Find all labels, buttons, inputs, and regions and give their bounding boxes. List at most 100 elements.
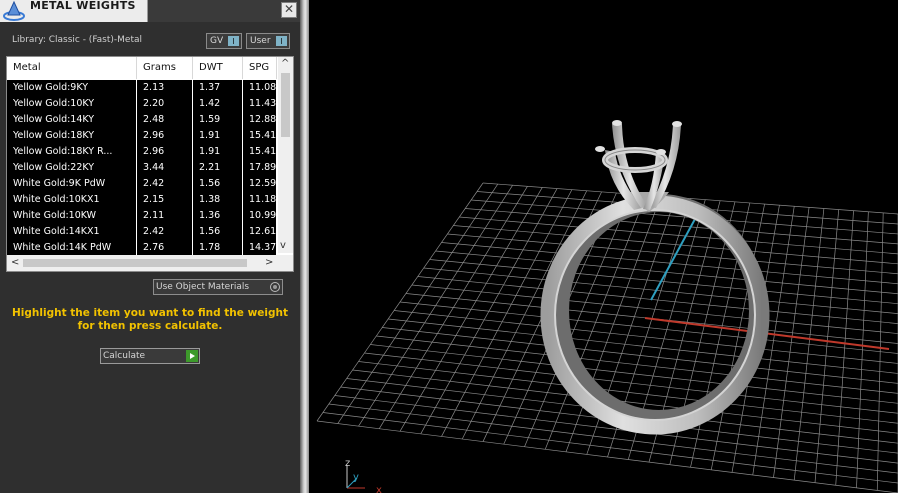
table-cell: 2.96 xyxy=(137,128,193,144)
grid-line xyxy=(856,211,869,488)
table-cell: 1.42 xyxy=(193,96,243,112)
grid-line xyxy=(814,209,840,483)
table-row[interactable]: Yellow Gold:14KY 2.48 1.59 12.88 xyxy=(7,112,277,128)
grid-line xyxy=(364,352,898,414)
gv-button-label: GV xyxy=(210,36,224,46)
table-row[interactable]: Yellow Gold:22KY 3.44 2.21 17.89 xyxy=(7,160,277,176)
x-axis-label: x xyxy=(376,485,382,493)
table-cell: 14.37 xyxy=(243,240,277,256)
table-header: Metal Grams DWT SPG xyxy=(7,57,277,79)
grid-line xyxy=(376,335,898,394)
table-cell: 1.91 xyxy=(193,128,243,144)
axis-triad: z y x xyxy=(345,458,382,493)
table-cell: 15.41 xyxy=(243,144,277,160)
table-cell: 1.56 xyxy=(193,176,243,192)
scroll-up-icon[interactable]: ^ xyxy=(281,59,289,69)
table-cell: White Gold:10KX1 xyxy=(7,192,137,208)
table-cell: Yellow Gold:14KY xyxy=(7,112,137,128)
app-logo-icon xyxy=(3,0,25,21)
metal-weights-panel: METAL WEIGHTS ✕ Library: Classic - (Fast… xyxy=(0,0,300,493)
vertical-scrollbar[interactable]: ^ v xyxy=(278,57,293,253)
panel-splitter[interactable] xyxy=(300,0,309,493)
table-cell: 12.88 xyxy=(243,112,277,128)
scroll-right-icon[interactable]: > xyxy=(265,258,273,268)
close-button[interactable]: ✕ xyxy=(281,2,297,18)
table-cell: White Gold:14KX1 xyxy=(7,224,137,240)
table-row[interactable]: White Gold:14KX1 2.42 1.56 12.61 xyxy=(7,224,277,240)
table-cell: 2.20 xyxy=(137,96,193,112)
horizontal-scroll-thumb[interactable] xyxy=(23,259,247,267)
library-label: Library: Classic - (Fast)-Metal xyxy=(12,35,143,45)
grid-line xyxy=(773,207,810,478)
table-cell: 2.11 xyxy=(137,208,193,224)
table-cell: 1.78 xyxy=(193,240,243,256)
table-cell: 1.59 xyxy=(193,112,243,128)
grid-line xyxy=(793,208,825,481)
table-cell: Yellow Gold:18KY R... xyxy=(7,144,137,160)
title-tab: METAL WEIGHTS xyxy=(0,0,148,22)
y-axis-label: y xyxy=(353,472,359,483)
table-cell: 15.41 xyxy=(243,128,277,144)
table-cell: 2.76 xyxy=(137,240,193,256)
instruction-text: Highlight the item you want to find the … xyxy=(12,307,288,332)
table-cell: 1.38 xyxy=(193,192,243,208)
scroll-down-icon[interactable]: v xyxy=(280,241,286,251)
viewport-canvas[interactable]: z y x xyxy=(309,0,898,493)
table-cell: Yellow Gold:18KY xyxy=(7,128,137,144)
table-cell: 1.36 xyxy=(193,208,243,224)
play-icon xyxy=(186,350,198,362)
table-cell: White Gold:10KW xyxy=(7,208,137,224)
table-row[interactable]: Yellow Gold:10KY 2.20 1.42 11.43 xyxy=(7,96,277,112)
radio-icon xyxy=(270,282,280,292)
grid-line xyxy=(835,210,854,486)
table-cell: 2.42 xyxy=(137,176,193,192)
column-header-grams[interactable]: Grams xyxy=(137,57,193,79)
table-cell: 12.59 xyxy=(243,176,277,192)
table-cell: 1.56 xyxy=(193,224,243,240)
table-cell: Yellow Gold:10KY xyxy=(7,96,137,112)
column-header-spg[interactable]: SPG xyxy=(243,57,277,79)
horizontal-scrollbar[interactable]: < > xyxy=(7,255,293,271)
use-object-materials-option[interactable]: Use Object Materials xyxy=(153,279,283,295)
table-cell: 11.18 xyxy=(243,192,277,208)
table-cell: 11.08 xyxy=(243,80,277,96)
metal-table: Metal Grams DWT SPG Yellow Gold:9KY 2.13 1… xyxy=(6,56,294,272)
table-row[interactable]: Yellow Gold:9KY 2.13 1.37 11.08 xyxy=(7,80,277,96)
table-cell: 3.44 xyxy=(137,160,193,176)
table-cell: 2.13 xyxy=(137,80,193,96)
user-button[interactable]: User xyxy=(246,33,290,49)
table-cell: 11.43 xyxy=(243,96,277,112)
panel-titlebar: METAL WEIGHTS ✕ xyxy=(0,0,300,22)
table-cell: 12.61 xyxy=(243,224,277,240)
table-cell: 1.91 xyxy=(193,144,243,160)
table-cell: 10.99 xyxy=(243,208,277,224)
grid-line xyxy=(316,420,898,493)
table-cell: 1.37 xyxy=(193,80,243,96)
z-axis-label: z xyxy=(345,458,350,469)
calculate-button[interactable]: Calculate xyxy=(100,348,200,364)
table-cell: White Gold:14K PdW xyxy=(7,240,137,256)
table-cell: Yellow Gold:22KY xyxy=(7,160,137,176)
column-header-metal[interactable]: Metal xyxy=(7,57,137,79)
3d-viewport[interactable]: z y x xyxy=(309,0,898,493)
table-cell: 2.21 xyxy=(193,160,243,176)
table-row[interactable]: White Gold:10KX1 2.15 1.38 11.18 xyxy=(7,192,277,208)
vertical-scroll-thumb[interactable] xyxy=(281,73,290,137)
scroll-left-icon[interactable]: < xyxy=(11,258,19,268)
table-row[interactable]: Yellow Gold:18KY 2.96 1.91 15.41 xyxy=(7,128,277,144)
table-row[interactable]: White Gold:9K PdW 2.42 1.56 12.59 xyxy=(7,176,277,192)
toggle-icon xyxy=(276,36,287,46)
panel-title: METAL WEIGHTS xyxy=(30,0,136,12)
user-button-label: User xyxy=(250,36,271,46)
table-row[interactable]: Yellow Gold:18KY R... 2.96 1.91 15.41 xyxy=(7,144,277,160)
column-header-dwt[interactable]: DWT xyxy=(193,57,243,79)
toggle-icon xyxy=(228,36,239,46)
table-cell: White Gold:9K PdW xyxy=(7,176,137,192)
gv-button[interactable]: GV xyxy=(206,33,242,49)
table-row[interactable]: White Gold:10KW 2.11 1.36 10.99 xyxy=(7,208,277,224)
table-cell: 2.48 xyxy=(137,112,193,128)
table-cell: 17.89 xyxy=(243,160,277,176)
grid-line xyxy=(370,344,898,404)
calculate-label: Calculate xyxy=(103,351,146,361)
table-row[interactable]: White Gold:14K PdW 2.76 1.78 14.37 xyxy=(7,240,277,256)
